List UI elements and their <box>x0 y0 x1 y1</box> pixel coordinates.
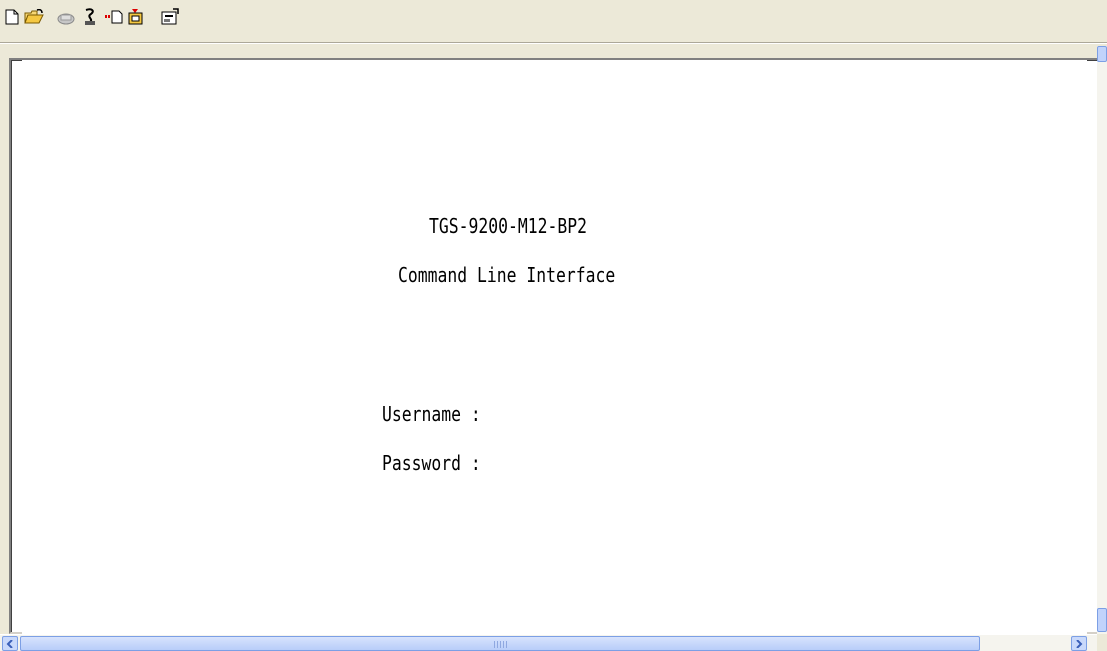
toolbar-separator <box>0 42 1107 44</box>
toolbar <box>0 0 1107 42</box>
scrollbar-corner <box>1097 634 1107 651</box>
password-prompt: Password : <box>382 451 481 475</box>
scroll-right-button[interactable] <box>1071 636 1087 651</box>
vertical-scrollbar[interactable] <box>1097 46 1107 651</box>
scroll-grip <box>494 641 508 648</box>
username-prompt: Username : <box>382 402 481 426</box>
disconnect-icon[interactable] <box>80 6 100 28</box>
chevron-left-icon <box>6 639 13 648</box>
properties-icon[interactable] <box>160 6 180 28</box>
horizontal-scrollbar[interactable] <box>0 634 1097 651</box>
cli-subtitle: Command Line Interface <box>398 263 616 287</box>
open-folder-icon[interactable] <box>24 6 44 28</box>
connect-icon[interactable] <box>56 6 76 28</box>
horizontal-scroll-thumb[interactable] <box>20 636 980 651</box>
device-model-title: TGS-9200-M12-BP2 <box>429 214 587 238</box>
scroll-left-button[interactable] <box>2 636 18 651</box>
vertical-scroll-thumb[interactable] <box>1097 608 1107 632</box>
terminal-screen[interactable]: TGS-9200-M12-BP2 Command Line Interface … <box>22 60 1087 634</box>
send-file-icon[interactable] <box>104 6 124 28</box>
chevron-right-icon <box>1076 639 1083 648</box>
scroll-up-button[interactable] <box>1097 46 1107 62</box>
receive-file-icon[interactable] <box>126 6 146 28</box>
new-icon[interactable] <box>2 6 22 28</box>
